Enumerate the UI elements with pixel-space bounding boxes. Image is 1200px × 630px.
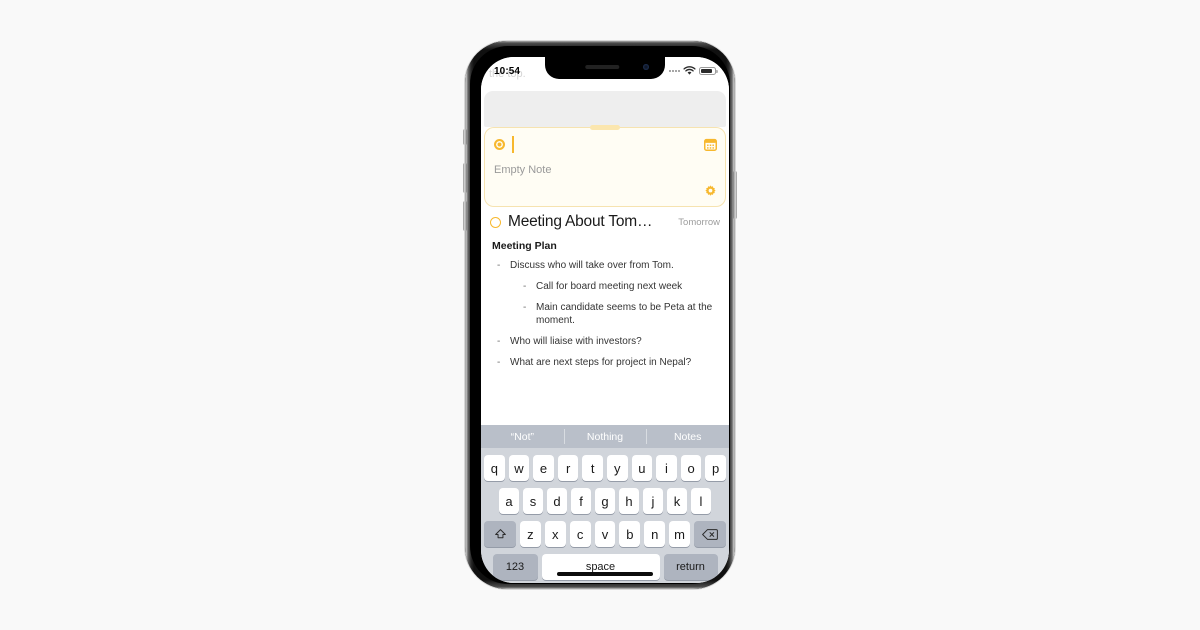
key-d[interactable]: d [547, 488, 567, 514]
bullet-dash: - [497, 357, 501, 368]
bullet-dash: - [497, 260, 501, 271]
keyboard-row-1: qwertyuiop [484, 455, 726, 481]
key-s[interactable]: s [523, 488, 543, 514]
key-v[interactable]: v [594, 521, 616, 547]
key-e[interactable]: e [533, 455, 554, 481]
prediction-2[interactable]: Nothing [563, 425, 647, 448]
on-screen-keyboard[interactable]: “Not”NothingNotes qwertyuiop asdfghjkl [481, 425, 729, 583]
shift-icon [494, 528, 506, 538]
phone-screen: 10:54 the top. Empty Note Meeting About … [481, 57, 729, 583]
battery-icon [699, 67, 718, 75]
key-a[interactable]: a [499, 488, 519, 514]
key-n[interactable]: n [644, 521, 666, 547]
note-bullet-row[interactable]: - Call for board meeting next week [490, 280, 720, 293]
meeting-note-due: Tomorrow [678, 216, 720, 228]
status-time: 10:54 [494, 65, 521, 77]
key-z[interactable]: z [520, 521, 541, 547]
note-bullet-row[interactable]: - Who will liaise with investors? [490, 335, 720, 348]
meeting-note-bullets: - Discuss who will take over from Tom. - Ca… [490, 259, 720, 369]
predictive-text-bar[interactable]: “Not” Nothing Notes [481, 425, 729, 448]
signal-dots-icon [669, 70, 680, 72]
prediction-1[interactable]: “Not” [481, 425, 564, 448]
phone-bezel: 10:54 the top. Empty Note Meeting About … [470, 46, 730, 584]
wifi-icon [683, 66, 696, 75]
row2-left-spacer [481, 488, 495, 514]
bullet-text: Discuss who will take over from Tom. [510, 260, 674, 271]
volume-down-button[interactable] [463, 201, 467, 231]
key-g[interactable]: g [595, 488, 615, 514]
bullet-text: Main candidate seems to be Peta at the m… [536, 302, 713, 326]
meeting-note[interactable]: Meeting About Tom… Tomorrow Meeting Plan… [481, 213, 729, 377]
meeting-note-subtitle: Meeting Plan [492, 240, 557, 252]
bullet-text: What are next steps for project in Nepal… [510, 357, 692, 368]
battery-level [701, 69, 712, 73]
key-q[interactable]: q [484, 455, 505, 481]
note-bullet-row[interactable]: - What are next steps for project in Nepa… [490, 356, 720, 369]
key-m[interactable]: m [669, 521, 691, 547]
key-u[interactable]: u [631, 455, 653, 481]
return-key[interactable]: return [663, 554, 718, 580]
space-key[interactable]: space [541, 554, 660, 580]
keyboard-rows: qwertyuiop asdfghjkl zxcvbnm 123 space r… [481, 448, 729, 580]
key-k[interactable]: k [667, 488, 687, 514]
earpiece-speaker [585, 65, 620, 69]
key-t[interactable]: t [582, 455, 603, 481]
meeting-note-title: Meeting About Tom… [508, 213, 653, 230]
notch [545, 57, 665, 79]
key-x[interactable]: x [544, 521, 566, 547]
bullet-text: Who will liaise with investors? [510, 336, 642, 347]
bullet-dash: - [523, 302, 527, 313]
gear-icon[interactable] [704, 185, 717, 198]
backspace-icon [702, 528, 718, 540]
key-i[interactable]: i [656, 455, 677, 481]
bullet-dash: - [523, 281, 527, 292]
key-p[interactable]: p [705, 455, 726, 481]
text-caret [512, 136, 514, 153]
calendar-icon[interactable] [704, 138, 717, 151]
row2-right-spacer [715, 488, 729, 514]
numbers-key[interactable]: 123 [492, 554, 538, 580]
key-c[interactable]: c [569, 521, 591, 547]
key-f[interactable]: f [571, 488, 591, 514]
volume-up-button[interactable] [463, 163, 467, 193]
key-j[interactable]: j [643, 488, 663, 514]
empty-note-card[interactable]: Empty Note [484, 125, 726, 207]
collapsed-note-card[interactable] [484, 91, 726, 127]
note-list[interactable]: the top. Empty Note Meeting About Tom… T… [481, 57, 729, 425]
bullet-dash: - [497, 336, 501, 347]
front-camera [643, 64, 649, 70]
key-b[interactable]: b [619, 521, 641, 547]
key-h[interactable]: h [619, 488, 639, 514]
prediction-3[interactable]: Notes [646, 425, 729, 448]
backspace-key[interactable] [694, 521, 727, 547]
keyboard-row-3: zxcvbnm [484, 521, 727, 547]
key-o[interactable]: o [680, 455, 702, 481]
note-bullet-row[interactable]: - Discuss who will take over from Tom. [490, 259, 720, 272]
bullet-text: Call for board meeting next week [536, 281, 683, 292]
key-y[interactable]: y [607, 455, 628, 481]
empty-note-placeholder: Empty Note [494, 164, 552, 176]
keyboard-row-4: 123 space return [484, 554, 726, 580]
battery-cap [716, 70, 718, 73]
filled-circle-icon[interactable] [494, 139, 505, 150]
phone-device: 10:54 the top. Empty Note Meeting About … [463, 41, 737, 589]
key-w[interactable]: w [508, 455, 530, 481]
hollow-circle-icon[interactable] [490, 216, 501, 228]
meeting-note-header: Meeting About Tom… Tomorrow [490, 213, 720, 231]
mute-switch-button[interactable] [463, 129, 467, 145]
shift-key[interactable] [484, 521, 516, 547]
drag-handle[interactable] [590, 125, 620, 130]
key-l[interactable]: l [691, 488, 711, 514]
home-indicator[interactable] [557, 572, 653, 576]
key-r[interactable]: r [557, 455, 579, 481]
status-indicators [669, 66, 718, 76]
power-button[interactable] [733, 171, 737, 219]
note-bullet-row[interactable]: - Main candidate seems to be Peta at the … [490, 301, 720, 327]
keyboard-row-2: asdfghjkl [484, 488, 726, 514]
